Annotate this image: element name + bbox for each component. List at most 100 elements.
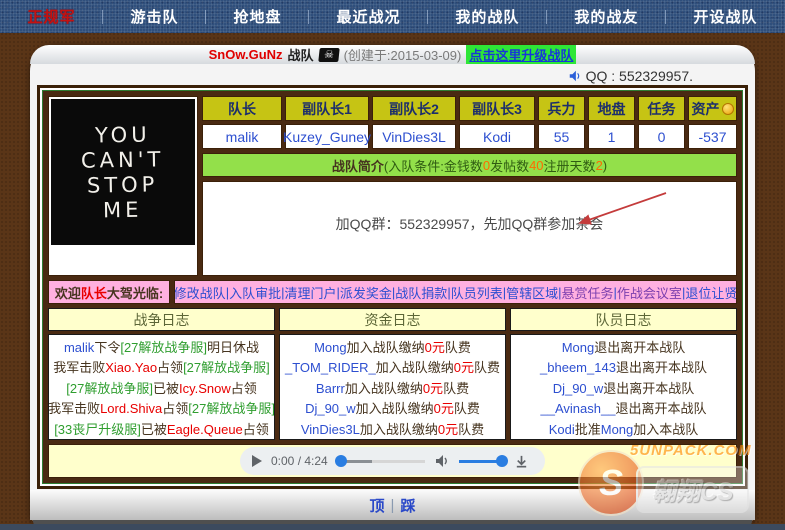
- text-segment: Lord.Shiva: [100, 401, 162, 416]
- link-abdicate[interactable]: 退位让贤: [685, 283, 737, 302]
- bottom-edge-strip: [0, 524, 785, 530]
- value-assets[interactable]: -537: [688, 124, 737, 149]
- text-segment: 队费: [474, 360, 500, 375]
- header-leader: 队长: [202, 96, 282, 121]
- text-segment: 0元: [425, 340, 445, 355]
- war-log-entry: [27解放战争服]已被Icy.Snow占领: [66, 378, 257, 397]
- team-intro-bar: 战队简介(入队条件:金钱数0 发帖数40 注册天数2): [202, 153, 737, 177]
- nav-item-recent-battles[interactable]: 最近战况: [336, 6, 400, 27]
- link-join-approval[interactable]: 入队审批: [229, 283, 281, 302]
- text-segment: Dj_90_w: [305, 401, 356, 416]
- text-segment: 0元: [454, 360, 474, 375]
- nav-item-regular-army[interactable]: 正规军: [27, 6, 75, 27]
- qq-number-text: QQ : 552329957.: [586, 68, 693, 84]
- text-segment: 0元: [434, 401, 454, 416]
- text-segment: 加入战队缴纳: [347, 340, 425, 355]
- upgrade-team-link[interactable]: 点击这里升级战队: [466, 45, 576, 64]
- created-date: (创建于:2015-03-09): [344, 45, 462, 64]
- text-segment: Mong: [562, 340, 595, 355]
- text-segment: __Avinash__: [541, 401, 616, 416]
- war-log-entry: 我军击败Xiao.Yao占领[27解放战争服]: [53, 357, 270, 376]
- text-segment: 退出离开本战队: [594, 340, 685, 355]
- link-managed-region[interactable]: 管辖区域: [506, 283, 558, 302]
- text-segment: 队长: [81, 283, 107, 302]
- text-segment: Icy.Snow: [179, 381, 231, 396]
- value-vice1[interactable]: Kuzey_Guney: [285, 124, 369, 149]
- value-territory[interactable]: 1: [588, 124, 635, 149]
- volume-slider[interactable]: [459, 460, 505, 463]
- text-segment: 0: [483, 158, 490, 173]
- banner-image-text: YOU CAN'T STOP ME: [51, 99, 195, 245]
- speaker-icon: [568, 69, 582, 83]
- coin-icon: [722, 103, 734, 115]
- link-member-list[interactable]: 队员列表: [451, 283, 503, 302]
- nav-item-create-team[interactable]: 开设战队: [693, 6, 757, 27]
- team-stats-table: 队长 副队长1 副队长2 副队长3 兵力 地盘 任务 资产 malik Kuze…: [202, 96, 737, 149]
- link-modify-team[interactable]: 修改战队: [174, 283, 226, 302]
- text-segment: 批准: [575, 422, 601, 437]
- fund-log-entry: Mong加入战队缴纳0元队费: [314, 337, 471, 356]
- top-navigation: 正规军 游击队 抢地盘 最近战况 我的战队 我的战友 开设战队: [0, 0, 785, 33]
- nav-item-guerrilla[interactable]: 游击队: [130, 6, 178, 27]
- audio-strip: 0:00 / 4:24: [48, 444, 737, 478]
- text-segment: 明日休战: [207, 340, 259, 355]
- fund-log-entry: Barrr加入战队缴纳0元队费: [316, 378, 469, 397]
- header-vice3: 副队长3: [459, 96, 535, 121]
- member-log-entry: __Avinash__退出离开本战队: [541, 398, 707, 417]
- header-assets: 资产: [688, 96, 737, 121]
- text-segment: 队费: [445, 340, 471, 355]
- link-send-bonus[interactable]: 派发奖金: [340, 283, 392, 302]
- text-segment: Mong: [601, 422, 634, 437]
- qq-info-row: QQ : 552329957.: [30, 64, 755, 88]
- nav-separator: [427, 10, 428, 24]
- nav-item-my-team[interactable]: 我的战队: [455, 6, 519, 27]
- member-log-entry: Kodi批准Mong加入本战队: [549, 419, 699, 438]
- play-button[interactable]: [252, 455, 262, 467]
- war-log-column: 战争日志 malik下令[27解放战争服]明日休战 我军击败Xiao.Yao占领…: [48, 308, 275, 440]
- nav-item-grab-territory[interactable]: 抢地盘: [233, 6, 281, 27]
- text-segment: 已被: [153, 381, 179, 396]
- text-segment: 0元: [438, 422, 458, 437]
- fund-log-title: 资金日志: [279, 308, 506, 331]
- value-vice3[interactable]: Kodi: [459, 124, 535, 149]
- volume-icon[interactable]: [434, 453, 450, 469]
- downvote-link[interactable]: 踩: [400, 495, 415, 516]
- value-leader[interactable]: malik: [202, 124, 282, 149]
- war-log-entry: 我军击败Lord.Shiva占领[27解放战争服]: [48, 398, 275, 417]
- value-tasks[interactable]: 0: [638, 124, 685, 149]
- link-bounty-task[interactable]: 悬赏任务: [562, 283, 614, 302]
- text-segment: 占领: [162, 401, 188, 416]
- nav-item-my-comrades[interactable]: 我的战友: [574, 6, 638, 27]
- banner-line: STOP: [87, 172, 159, 197]
- team-info-panel: YOU CAN'T STOP ME 队长 副队长1 副队长2 副队长3 兵力 地…: [42, 90, 743, 484]
- banner-line: CAN'T: [81, 147, 165, 172]
- member-log-entry: Dj_90_w退出离开本战队: [553, 378, 695, 397]
- text-segment: (入队条件:金钱数: [384, 156, 483, 175]
- text-segment: 退出离开本战队: [616, 360, 707, 375]
- text-segment: 注册天数: [544, 156, 596, 175]
- text-segment: VinDies3L: [301, 422, 360, 437]
- fund-log-entry: VinDies3L加入战队缴纳0元队费: [301, 419, 484, 438]
- text-segment: Kodi: [549, 422, 575, 437]
- logs-row: 战争日志 malik下令[27解放战争服]明日休战 我军击败Xiao.Yao占领…: [48, 308, 737, 440]
- value-vice2[interactable]: VinDies3L: [372, 124, 456, 149]
- member-log-list: Mong退出离开本战队 _bheem_143退出离开本战队 Dj_90_w退出离…: [510, 334, 737, 440]
- progress-knob[interactable]: [335, 455, 347, 467]
- text-segment: 加入本战队: [633, 422, 698, 437]
- link-team-donation[interactable]: 战队捐款: [395, 283, 447, 302]
- war-log-title: 战争日志: [48, 308, 275, 331]
- link-clean-house[interactable]: 清理门户: [284, 283, 336, 302]
- volume-knob[interactable]: [496, 455, 508, 467]
- link-war-room[interactable]: 作战会议室: [617, 283, 682, 302]
- nav-separator: [205, 10, 206, 24]
- member-log-entry: _bheem_143退出离开本战队: [540, 357, 707, 376]
- time-display: 0:00 / 4:24: [271, 454, 328, 468]
- upvote-link[interactable]: 顶: [370, 495, 385, 516]
- progress-slider[interactable]: [337, 460, 425, 463]
- text-segment: 0元: [423, 381, 443, 396]
- download-icon[interactable]: [514, 454, 529, 469]
- nav-separator: [308, 10, 309, 24]
- value-troops[interactable]: 55: [538, 124, 585, 149]
- text-segment: 欢迎: [55, 283, 81, 302]
- text-segment: [27解放战争服]: [120, 340, 207, 355]
